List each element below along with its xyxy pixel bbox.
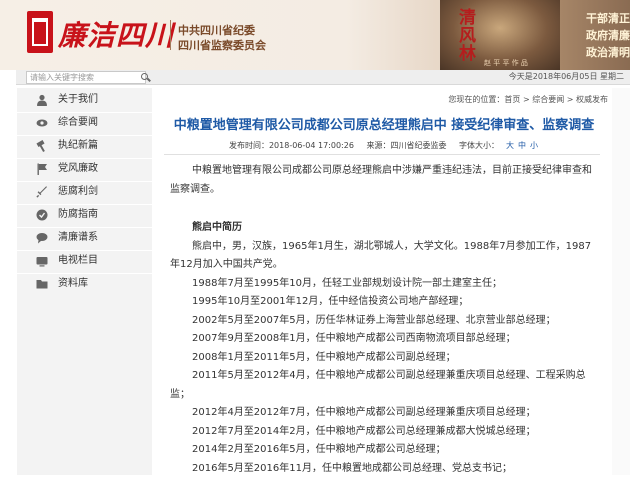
tv-icon [36, 255, 48, 267]
bio-heading: 熊启中简历 [170, 219, 596, 238]
hero-caption: 赵 平 平 作 品 [484, 58, 528, 68]
font-size-medium[interactable]: 中 [518, 141, 526, 150]
article-meta: 发布时间：2018-06-04 17:00:26 来源：四川省纪委监委 字体大小… [152, 140, 612, 151]
career-entry: 2016年5月至2016年11月，任中粮置地成都公司总经理、党总支书记； [170, 460, 596, 478]
sidebar-item-tv[interactable]: 电视栏目 [17, 251, 152, 271]
article-panel: 您现在的位置：首页 > 综合要闻 > 权威发布 中粮置地管理有限公司成都公司原总… [152, 88, 612, 475]
career-entry: 2002年5月至2007年5月，历任华林证券上海营业部总经理、北京营业部总经理； [170, 312, 596, 331]
slogans: 干部清正 政府清廉 政治清明 [550, 10, 630, 61]
eye-icon [36, 117, 48, 129]
site-header: 廉洁四川 中共四川省纪委 四川省监察委员会 清风林 赵 平 平 作 品 干部清正… [0, 0, 630, 70]
font-size-label: 字体大小： [459, 141, 499, 150]
sidebar-item-genealogy[interactable]: 清廉谱系 [17, 228, 152, 248]
hero-calligraphy: 清风林 [453, 8, 478, 62]
folder-icon [36, 278, 48, 290]
career-entry: 1995年10月至2001年12月，任中经信投资公司地产部经理； [170, 293, 596, 312]
article-title: 中粮置地管理有限公司成都公司原总经理熊启中 接受纪律审查、监察调查 [164, 114, 604, 133]
article-source: 来源：四川省纪委监委 [366, 141, 446, 150]
slogan-2: 政府清廉 [550, 27, 630, 44]
sidebar-item-label: 党风廉政 [58, 159, 98, 179]
sidebar-item-label: 关于我们 [58, 90, 98, 110]
breadcrumb[interactable]: 您现在的位置：首页 > 综合要闻 > 权威发布 [448, 94, 608, 105]
sidebar-item-label: 防腐指南 [58, 205, 98, 225]
search-input[interactable]: 请输入关键字搜索 [26, 71, 146, 84]
career-entry: 2012年4月至2012年7月，任中粮地产成都公司副总经理兼重庆项目总经理； [170, 404, 596, 423]
article-intro: 中粮置地管理有限公司成都公司原总经理熊启中涉嫌严重违纪违法，目前正接受纪律审查和… [170, 162, 596, 199]
career-entry: 2014年2月至2016年5月，任中粮地产成都公司总经理； [170, 441, 596, 460]
sidebar-item-anticorruption[interactable]: 惩腐利剑 [17, 182, 152, 202]
divider [164, 154, 600, 155]
sidebar-item-prevention[interactable]: 防腐指南 [17, 205, 152, 225]
article-body: 中粮置地管理有限公司成都公司原总经理熊启中涉嫌严重违纪违法，目前正接受纪律审查和… [170, 162, 596, 478]
sidebar-item-discipline[interactable]: 执纪新篇 [17, 136, 152, 156]
user-icon [36, 94, 48, 106]
chat-icon [36, 232, 48, 244]
search-bar: 请输入关键字搜索 今天是2018年06月05日 星期二 [16, 70, 630, 85]
flag-icon [36, 163, 48, 175]
org-name-2: 四川省监察委员会 [178, 37, 266, 53]
hammer-icon [36, 140, 48, 152]
shield-icon [36, 209, 48, 221]
sidebar-item-label: 惩腐利剑 [58, 182, 98, 202]
career-entry: 2011年5月至2012年4月，任中粮地产成都公司副总经理兼重庆项目总经理、工程… [170, 367, 596, 404]
slogan-1: 干部清正 [550, 10, 630, 27]
sidebar-item-library[interactable]: 资料库 [17, 274, 152, 294]
career-entry: 2012年7月至2014年2月，任中粮地产成都公司总经理兼成都大悦城总经理； [170, 423, 596, 442]
page-gutter [612, 88, 630, 475]
font-size-small[interactable]: 小 [530, 141, 538, 150]
sidebar-nav: 关于我们 综合要闻 执纪新篇 党风廉政 惩腐利剑 防腐指南 清廉谱系 电视栏目 … [17, 88, 152, 475]
search-icon[interactable] [140, 72, 151, 82]
sidebar-item-label: 执纪新篇 [58, 136, 98, 156]
slogan-3: 政治清明 [550, 44, 630, 61]
bio-intro: 熊启中，男，汉族，1965年1月生，湖北鄂城人，大学文化。1988年7月参加工作… [170, 238, 596, 275]
sidebar-item-label: 综合要闻 [58, 113, 98, 133]
site-logo[interactable] [27, 11, 53, 53]
spacer [170, 199, 596, 209]
current-date: 今天是2018年06月05日 星期二 [509, 71, 624, 82]
sword-icon [36, 186, 48, 198]
sidebar-item-label: 电视栏目 [58, 251, 98, 271]
sidebar-item-label: 清廉谱系 [58, 228, 98, 248]
career-entry: 1988年7月至1995年10月，任轻工业部规划设计院一部土建室主任； [170, 275, 596, 294]
career-entry: 2008年1月至2011年5月，任中粮地产成都公司副总经理； [170, 349, 596, 368]
sidebar-item-about[interactable]: 关于我们 [17, 90, 152, 110]
sidebar-item-news[interactable]: 综合要闻 [17, 113, 152, 133]
font-size-large[interactable]: 大 [506, 141, 514, 150]
publish-time: 发布时间：2018-06-04 17:00:26 [229, 141, 354, 150]
brand-title[interactable]: 廉洁四川 [58, 14, 174, 54]
career-entry: 2007年9月至2008年1月，任中粮地产成都公司西南物流项目部总经理； [170, 330, 596, 349]
org-name-1: 中共四川省纪委 [178, 22, 255, 38]
sidebar-item-party-style[interactable]: 党风廉政 [17, 159, 152, 179]
sidebar-item-label: 资料库 [58, 274, 88, 294]
header-divider [170, 20, 171, 50]
